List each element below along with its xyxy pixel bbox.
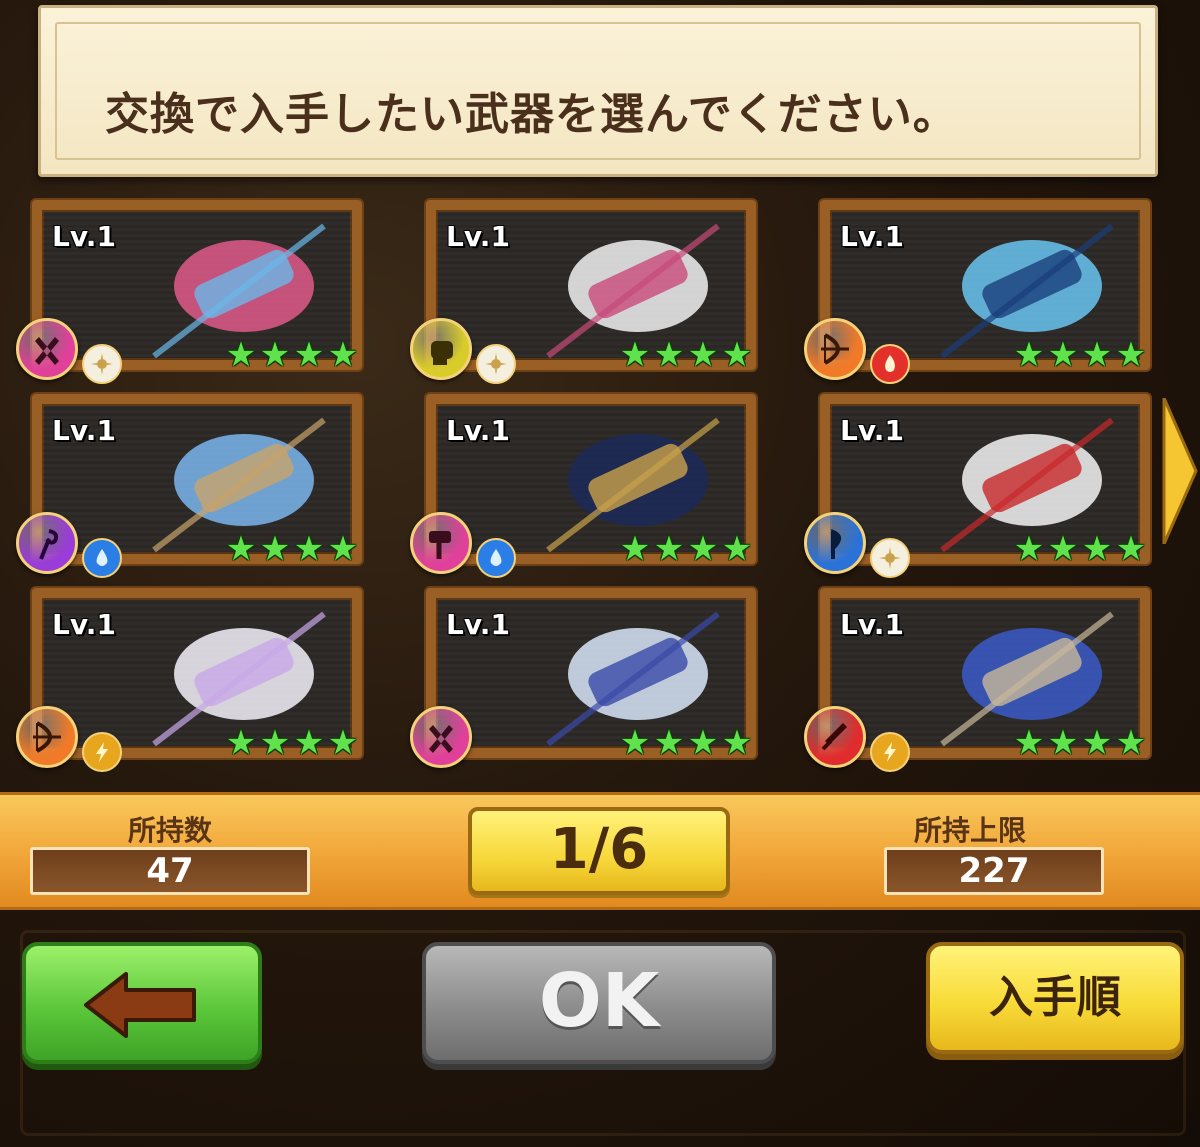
star-icon: ★: [259, 335, 291, 375]
star-icon: ★: [721, 529, 753, 569]
star-icon: ★: [721, 723, 753, 763]
star-icon: ★: [1047, 529, 1079, 569]
weapon-level: Lv.1: [446, 608, 510, 641]
star-icon: ★: [1047, 335, 1079, 375]
sword-icon: [804, 706, 866, 768]
weapon-card[interactable]: Lv.1 ★ ★ ★ ★: [408, 198, 758, 384]
weapon-card[interactable]: Lv.1 ★ ★ ★ ★: [802, 586, 1152, 772]
star-icon: ★: [1081, 723, 1113, 763]
instruction-panel: 交換で入手したい武器を選んでください。: [38, 5, 1158, 177]
star-icon: ★: [293, 335, 325, 375]
star-icon: ★: [1115, 529, 1147, 569]
rarity-stars: ★ ★ ★ ★: [618, 338, 754, 372]
left-arrow-icon: [84, 972, 196, 1038]
rarity-stars: ★ ★ ★ ★: [224, 338, 360, 372]
dual-blades-icon: [410, 706, 472, 768]
rarity-stars: ★ ★ ★ ★: [1012, 338, 1148, 372]
weapon-card[interactable]: Lv.1 ★ ★ ★ ★: [14, 392, 364, 578]
star-icon: ★: [225, 529, 257, 569]
light-element-icon: [870, 538, 910, 578]
star-icon: ★: [619, 529, 651, 569]
star-icon: ★: [327, 335, 359, 375]
star-icon: ★: [1013, 529, 1045, 569]
star-icon: ★: [293, 529, 325, 569]
weapon-level: Lv.1: [52, 414, 116, 447]
owned-limit-label: 所持上限: [914, 814, 1027, 847]
weapon-card[interactable]: Lv.1 ★ ★ ★ ★: [408, 586, 758, 768]
weapon-level: Lv.1: [446, 414, 510, 447]
owned-count-label: 所持数: [128, 814, 213, 847]
rarity-stars: ★ ★ ★ ★: [618, 532, 754, 566]
page-indicator: 1/6: [468, 807, 730, 895]
weapon-card[interactable]: Lv.1 ★ ★ ★ ★: [802, 392, 1152, 578]
light-element-icon: [476, 344, 516, 384]
rarity-stars: ★ ★ ★ ★: [1012, 532, 1148, 566]
star-icon: ★: [721, 335, 753, 375]
weapon-card[interactable]: Lv.1 ★ ★ ★ ★: [408, 392, 758, 578]
weapon-grid: Lv.1 ★ ★ ★ ★ Lv.1 ★ ★ ★ ★ Lv.1 ★ ★ ★ ★ Lv.1 ★ ★ ★ ★ Lv.1 ★ ★ ★ ★…: [14, 198, 1186, 778]
fire-element-icon: [870, 344, 910, 384]
rarity-stars: ★ ★ ★ ★: [1012, 726, 1148, 760]
owned-count-value: 47: [30, 847, 310, 895]
dual-blades-icon: [16, 318, 78, 380]
star-icon: ★: [259, 723, 291, 763]
weapon-card[interactable]: Lv.1 ★ ★ ★ ★: [14, 586, 364, 772]
star-icon: ★: [687, 529, 719, 569]
bow-icon: [804, 318, 866, 380]
weapon-level: Lv.1: [840, 608, 904, 641]
star-icon: ★: [327, 723, 359, 763]
star-icon: ★: [687, 335, 719, 375]
weapon-level: Lv.1: [840, 414, 904, 447]
rarity-stars: ★ ★ ★ ★: [618, 726, 754, 760]
fist-icon: [410, 318, 472, 380]
star-icon: ★: [1081, 335, 1113, 375]
star-icon: ★: [225, 723, 257, 763]
weapon-level: Lv.1: [52, 608, 116, 641]
owned-limit-value: 227: [884, 847, 1104, 895]
star-icon: ★: [619, 335, 651, 375]
weapon-card[interactable]: Lv.1 ★ ★ ★ ★: [14, 198, 364, 384]
rarity-stars: ★ ★ ★ ★: [224, 726, 360, 760]
weapon-card[interactable]: Lv.1 ★ ★ ★ ★: [802, 198, 1152, 384]
staff-icon: [16, 512, 78, 574]
star-icon: ★: [259, 529, 291, 569]
star-icon: ★: [1081, 529, 1113, 569]
sort-order-button[interactable]: 入手順: [926, 942, 1184, 1054]
ok-button[interactable]: OK: [422, 942, 776, 1064]
water-element-icon: [82, 538, 122, 578]
star-icon: ★: [225, 335, 257, 375]
thunder-element-icon: [870, 732, 910, 772]
next-page-arrow-icon[interactable]: [1160, 398, 1200, 544]
inventory-counter-bar: 所持数 47 1/6 所持上限 227: [0, 792, 1200, 910]
star-icon: ★: [653, 529, 685, 569]
star-icon: ★: [1115, 335, 1147, 375]
rarity-stars: ★ ★ ★ ★: [224, 532, 360, 566]
bow-icon: [16, 706, 78, 768]
weapon-level: Lv.1: [52, 220, 116, 253]
water-element-icon: [476, 538, 516, 578]
star-icon: ★: [1013, 723, 1045, 763]
weapon-level: Lv.1: [446, 220, 510, 253]
light-element-icon: [82, 344, 122, 384]
back-button[interactable]: [22, 942, 262, 1064]
star-icon: ★: [1115, 723, 1147, 763]
star-icon: ★: [687, 723, 719, 763]
thunder-element-icon: [82, 732, 122, 772]
star-icon: ★: [293, 723, 325, 763]
instruction-text: 交換で入手したい武器を選んでください。: [105, 89, 958, 140]
hammer-icon: [410, 512, 472, 574]
star-icon: ★: [327, 529, 359, 569]
star-icon: ★: [653, 723, 685, 763]
axe-icon: [804, 512, 866, 574]
star-icon: ★: [1013, 335, 1045, 375]
star-icon: ★: [653, 335, 685, 375]
star-icon: ★: [1047, 723, 1079, 763]
weapon-level: Lv.1: [840, 220, 904, 253]
star-icon: ★: [619, 723, 651, 763]
